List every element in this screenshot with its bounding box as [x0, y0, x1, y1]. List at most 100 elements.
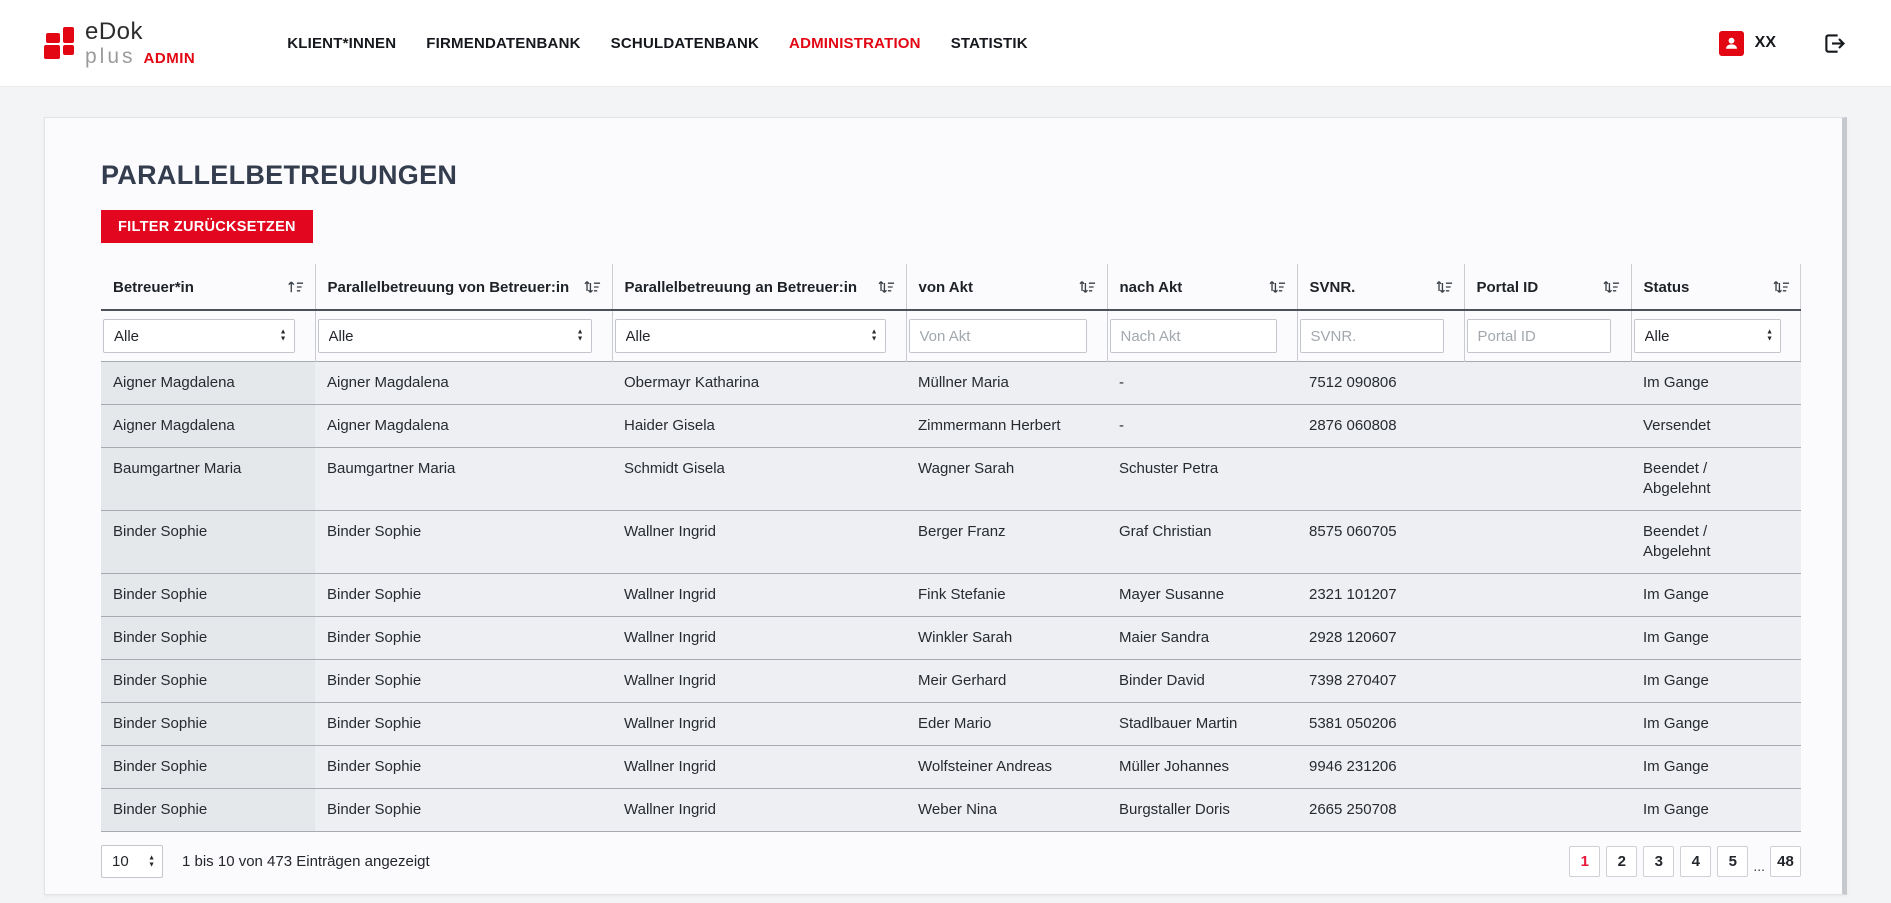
nav-item-firmendatenbank[interactable]: FIRMENDATENBANK — [426, 35, 580, 52]
top-bar: eDok plus ADMIN KLIENT*INNEN FIRMENDATEN… — [0, 0, 1891, 87]
filter-cell: Alle▲▼ — [315, 310, 612, 362]
table-row[interactable]: Binder SophieBinder SophieWallner Ingrid… — [101, 660, 1801, 703]
table-row[interactable]: Binder SophieBinder SophieWallner Ingrid… — [101, 574, 1801, 617]
column-label: von Akt — [919, 279, 973, 296]
filter-cell: Alle▲▼ — [612, 310, 906, 362]
table-row[interactable]: Binder SophieBinder SophieWallner Ingrid… — [101, 617, 1801, 660]
table-cell: Schuster Petra — [1107, 448, 1297, 511]
nav-item-schuldatenbank[interactable]: SCHULDATENBANK — [611, 35, 759, 52]
filter-input-5[interactable] — [1300, 319, 1444, 353]
table-row[interactable]: Binder SophieBinder SophieWallner Ingrid… — [101, 703, 1801, 746]
page-button-1[interactable]: 1 — [1569, 846, 1600, 877]
column-header-4[interactable]: nach Akt — [1107, 264, 1297, 310]
table-cell: Maier Sandra — [1107, 617, 1297, 660]
sort-both-icon — [1079, 279, 1096, 294]
table-cell: Baumgartner Maria — [101, 448, 315, 511]
logout-icon[interactable] — [1822, 31, 1847, 56]
nav-item-statistik[interactable]: STATISTIK — [951, 35, 1028, 52]
filter-cell — [1107, 310, 1297, 362]
table-cell: Aigner Magdalena — [101, 405, 315, 448]
table-cell — [1464, 448, 1631, 511]
filter-cell — [906, 310, 1107, 362]
table-cell — [1464, 746, 1631, 789]
table-cell: Müller Johannes — [1107, 746, 1297, 789]
table-cell: Aigner Magdalena — [315, 405, 612, 448]
table-row[interactable]: Aigner MagdalenaAigner MagdalenaObermayr… — [101, 362, 1801, 405]
table-cell — [1464, 574, 1631, 617]
table-cell: Im Gange — [1631, 362, 1801, 405]
top-right-area: XX — [1719, 31, 1847, 56]
table-body: Aigner MagdalenaAigner MagdalenaObermayr… — [101, 362, 1801, 832]
table-cell: Wallner Ingrid — [612, 574, 906, 617]
table-cell: Binder Sophie — [101, 703, 315, 746]
table-cell: 5381 050206 — [1297, 703, 1464, 746]
column-header-7[interactable]: Status — [1631, 264, 1801, 310]
page-button-5[interactable]: 5 — [1717, 846, 1748, 877]
table-row[interactable]: Binder SophieBinder SophieWallner Ingrid… — [101, 789, 1801, 832]
column-header-0[interactable]: Betreuer*in — [101, 264, 315, 310]
table-cell: Wallner Ingrid — [612, 660, 906, 703]
filter-select-7[interactable]: Alle — [1634, 319, 1782, 353]
table-cell — [1464, 405, 1631, 448]
table-cell: Binder Sophie — [101, 511, 315, 574]
pagination-ellipsis: ... — [1753, 855, 1765, 877]
table-row[interactable]: Binder SophieBinder SophieWallner Ingrid… — [101, 746, 1801, 789]
table-cell: Wolfsteiner Andreas — [906, 746, 1107, 789]
column-header-3[interactable]: von Akt — [906, 264, 1107, 310]
nav-item-administration[interactable]: ADMINISTRATION — [789, 35, 921, 52]
column-label: Parallelbetreuung an Betreuer:in — [625, 279, 858, 296]
table-cell: Im Gange — [1631, 746, 1801, 789]
column-header-6[interactable]: Portal ID — [1464, 264, 1631, 310]
sort-both-icon — [1603, 279, 1620, 294]
nav-item-klientinnen[interactable]: KLIENT*INNEN — [287, 35, 396, 52]
table-cell — [1464, 617, 1631, 660]
filter-select-1[interactable]: Alle — [318, 319, 592, 353]
table-cell: Im Gange — [1631, 703, 1801, 746]
table-cell: Binder Sophie — [101, 746, 315, 789]
pagination-pages: 12345... 48 — [1569, 846, 1801, 877]
table-row[interactable]: Binder SophieBinder SophieWallner Ingrid… — [101, 511, 1801, 574]
table-cell: 7512 090806 — [1297, 362, 1464, 405]
column-header-5[interactable]: SVNR. — [1297, 264, 1464, 310]
table-cell: 2321 101207 — [1297, 574, 1464, 617]
user-badge-icon[interactable] — [1719, 31, 1744, 56]
column-header-1[interactable]: Parallelbetreuung von Betreuer:in — [315, 264, 612, 310]
table-cell: Wallner Ingrid — [612, 703, 906, 746]
pagination-bar: 10 ▲▼ 1 bis 10 von 473 Einträgen angezei… — [101, 845, 1801, 878]
filter-input-6[interactable] — [1467, 319, 1611, 353]
user-initials: XX — [1755, 34, 1776, 52]
table-cell: Binder Sophie — [101, 660, 315, 703]
page-button-2[interactable]: 2 — [1606, 846, 1637, 877]
table-cell: 2665 250708 — [1297, 789, 1464, 832]
table-cell: Baumgartner Maria — [315, 448, 612, 511]
table-cell: Fink Stefanie — [906, 574, 1107, 617]
table-cell: Binder Sophie — [315, 617, 612, 660]
filter-select-2[interactable]: Alle — [615, 319, 886, 353]
page-button-4[interactable]: 4 — [1680, 846, 1711, 877]
table-row[interactable]: Aigner MagdalenaAigner MagdalenaHaider G… — [101, 405, 1801, 448]
main-nav: KLIENT*INNEN FIRMENDATENBANK SCHULDATENB… — [287, 35, 1028, 52]
reset-filters-button[interactable]: FILTER ZURÜCKSETZEN — [101, 210, 313, 243]
sort-both-icon — [584, 279, 601, 294]
table-cell: Binder Sophie — [315, 574, 612, 617]
column-header-2[interactable]: Parallelbetreuung an Betreuer:in — [612, 264, 906, 310]
filter-input-4[interactable] — [1110, 319, 1277, 353]
table-cell: Mayer Susanne — [1107, 574, 1297, 617]
filter-select-0[interactable]: Alle — [103, 319, 295, 353]
table-row[interactable]: Baumgartner MariaBaumgartner MariaSchmid… — [101, 448, 1801, 511]
table-cell: Wallner Ingrid — [612, 746, 906, 789]
column-label: Portal ID — [1477, 279, 1539, 296]
table-cell — [1464, 511, 1631, 574]
column-label: SVNR. — [1310, 279, 1356, 296]
filter-cell — [1464, 310, 1631, 362]
table-cell: Graf Christian — [1107, 511, 1297, 574]
filter-input-3[interactable] — [909, 319, 1087, 353]
page-button-3[interactable]: 3 — [1643, 846, 1674, 877]
logo-text: eDok plus ADMIN — [85, 20, 195, 67]
page-button-48[interactable]: 48 — [1770, 846, 1801, 877]
table-cell: Beendet / Abgelehnt — [1631, 448, 1801, 511]
table-cell: Haider Gisela — [612, 405, 906, 448]
page-size-select[interactable]: 10 — [101, 845, 163, 878]
table-cell: Binder Sophie — [101, 574, 315, 617]
table-cell: - — [1107, 362, 1297, 405]
